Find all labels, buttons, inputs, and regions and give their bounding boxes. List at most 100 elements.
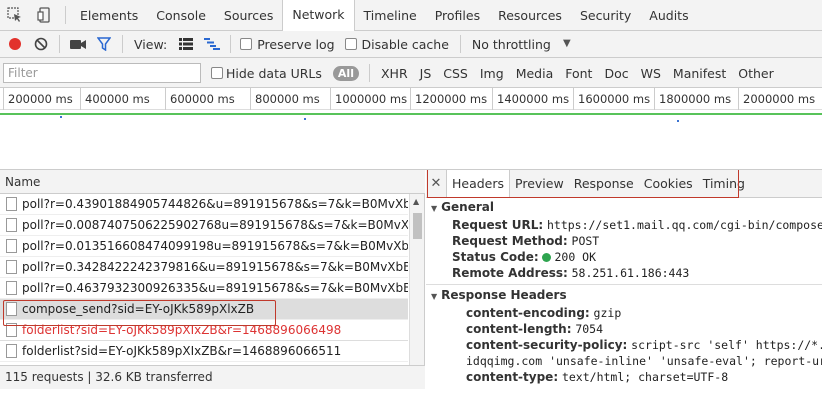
request-row[interactable]: folderlist?sid=EY-oJKk589pXIxZB&r=146889…: [0, 341, 408, 362]
view-label: View:: [134, 36, 168, 52]
request-row[interactable]: poll?r=0.4637932300926335&u=891915678&s=…: [0, 278, 408, 299]
filter-js[interactable]: JS: [414, 66, 438, 81]
filter-all-button[interactable]: All: [332, 65, 359, 81]
request-row[interactable]: poll?r=0.0087407506225902768u=891915678&…: [0, 215, 408, 236]
filter-img[interactable]: Img: [474, 66, 510, 81]
tab-resources[interactable]: Resources: [489, 0, 571, 31]
filter-xhr[interactable]: XHR: [375, 66, 414, 81]
chevron-down-icon[interactable]: ▼: [563, 38, 571, 49]
expand-triangle-icon: ▼: [431, 204, 438, 213]
request-row[interactable]: poll?r=0.3428422242379816&u=891915678&s=…: [0, 257, 408, 278]
remote-address-key: Remote Address:: [452, 266, 568, 280]
request-name: poll?r=0.013516608474099198u=891915678&s…: [22, 239, 408, 253]
filter-other[interactable]: Other: [732, 66, 780, 81]
filter-doc[interactable]: Doc: [598, 66, 634, 81]
record-icon[interactable]: [2, 31, 28, 57]
timeline-tick: 400000 ms: [80, 88, 150, 110]
overview-timeline[interactable]: 200000 ms 400000 ms 600000 ms 800000 ms …: [0, 88, 822, 170]
csp-continuation-row: idqqimg.com 'unsafe-inline' 'unsafe-eval…: [466, 354, 822, 368]
toolbar-divider: [59, 35, 60, 53]
scrollbar-thumb[interactable]: [413, 213, 422, 239]
content-encoding-value: gzip: [593, 306, 622, 320]
network-summary: 115 requests | 32.6 KB transferred: [0, 365, 425, 389]
tab-timeline[interactable]: Timeline: [355, 0, 426, 31]
tab-console[interactable]: Console: [147, 0, 215, 31]
file-icon: [6, 260, 17, 274]
hide-data-urls-label: Hide data URLs: [226, 65, 322, 81]
response-headers-section-header[interactable]: ▼ Response Headers: [431, 288, 567, 302]
highlight-detail-tabs: [427, 170, 739, 198]
csp-value-continuation: idqqimg.com 'unsafe-inline' 'unsafe-eval…: [466, 354, 822, 368]
tab-elements[interactable]: Elements: [71, 0, 147, 31]
tab-sources[interactable]: Sources: [215, 0, 282, 31]
inspect-element-icon[interactable]: [0, 0, 30, 31]
file-icon: [6, 239, 17, 253]
section-divider: [426, 284, 822, 285]
name-column-header[interactable]: Name: [0, 170, 425, 194]
tab-security[interactable]: Security: [571, 0, 640, 31]
file-icon: [6, 281, 17, 295]
disable-cache-label: Disable cache: [361, 36, 449, 52]
status-code-value: 200 OK: [554, 250, 597, 264]
tab-audits[interactable]: Audits: [640, 0, 697, 31]
clear-icon[interactable]: [28, 31, 54, 57]
hide-data-urls-checkbox[interactable]: [211, 67, 223, 79]
waterfall-icon[interactable]: [199, 31, 225, 57]
preserve-log-checkbox[interactable]: [240, 38, 253, 50]
request-url-key: Request URL:: [452, 218, 544, 232]
filter-ws[interactable]: WS: [635, 66, 667, 81]
highlight-compose-send: [3, 300, 276, 326]
request-row[interactable]: poll?r=0.43901884905744826&u=891915678&s…: [0, 194, 408, 215]
content-type-row: content-type: text/html; charset=UTF-8: [466, 370, 728, 384]
content-type-value: text/html; charset=UTF-8: [561, 370, 729, 384]
content-encoding-key: content-encoding:: [466, 306, 590, 320]
camera-icon[interactable]: [65, 31, 91, 57]
general-section-title: General: [441, 200, 494, 214]
device-mode-icon[interactable]: [30, 0, 60, 31]
filter-icon[interactable]: [91, 31, 117, 57]
request-name: poll?r=0.43901884905744826&u=891915678&s…: [22, 197, 408, 211]
filter-font[interactable]: Font: [559, 66, 598, 81]
disable-cache-checkbox[interactable]: [344, 38, 357, 50]
request-method-value: POST: [571, 234, 600, 248]
network-toolbar: View: Preserve log Disable cache No thro…: [0, 31, 822, 58]
filter-media[interactable]: Media: [510, 66, 560, 81]
request-method-row: Request Method: POST: [452, 234, 599, 248]
content-type-key: content-type:: [466, 370, 559, 384]
request-method-key: Request Method:: [452, 234, 568, 248]
file-icon: [6, 218, 17, 232]
status-ok-icon: [542, 253, 552, 262]
devtools-tab-bar: Elements Console Sources Network Timelin…: [0, 0, 822, 31]
filter-bar: Filter Hide data URLs All XHR JS CSS Img…: [0, 58, 822, 88]
tab-network[interactable]: Network: [282, 0, 355, 31]
file-icon: [6, 197, 17, 211]
request-details-pane: ✕ Headers Preview Response Cookies Timin…: [426, 170, 822, 409]
file-icon: [6, 344, 17, 358]
throttling-select[interactable]: No throttling: [466, 37, 557, 52]
content-length-value: 7054: [575, 322, 604, 336]
remote-address-value: 58.251.61.186:443: [571, 266, 690, 280]
large-rows-icon[interactable]: [173, 31, 199, 57]
timeline-ruler: 200000 ms 400000 ms 600000 ms 800000 ms …: [0, 88, 822, 110]
request-name: poll?r=0.4637932300926335&u=891915678&s=…: [22, 281, 408, 295]
toolbar-divider: [65, 6, 66, 24]
tab-profiles[interactable]: Profiles: [426, 0, 489, 31]
content-length-row: content-length: 7054: [466, 322, 603, 336]
timeline-load-line: [0, 113, 822, 115]
filter-input[interactable]: Filter: [3, 63, 201, 83]
timeline-tick: 1800000 ms: [654, 88, 731, 110]
timeline-tick: 1200000 ms: [410, 88, 487, 110]
csp-key: content-security-policy:: [466, 338, 628, 352]
content-length-key: content-length:: [466, 322, 572, 336]
request-name: poll?r=0.3428422242379816&u=891915678&s=…: [22, 260, 408, 274]
timeline-tick: 1400000 ms: [492, 88, 569, 110]
request-list-scrollbar[interactable]: ▲ ▼: [409, 194, 424, 384]
scroll-up-icon[interactable]: ▲: [413, 197, 419, 206]
status-code-row: Status Code: 200 OK: [452, 250, 596, 264]
csp-value: script-src 'self' https://*.soso.c: [631, 338, 822, 352]
filter-css[interactable]: CSS: [437, 66, 474, 81]
general-section-header[interactable]: ▼ General: [431, 200, 494, 214]
filter-manifest[interactable]: Manifest: [667, 66, 732, 81]
request-row[interactable]: poll?r=0.013516608474099198u=891915678&s…: [0, 236, 408, 257]
filter-divider: [368, 64, 370, 82]
